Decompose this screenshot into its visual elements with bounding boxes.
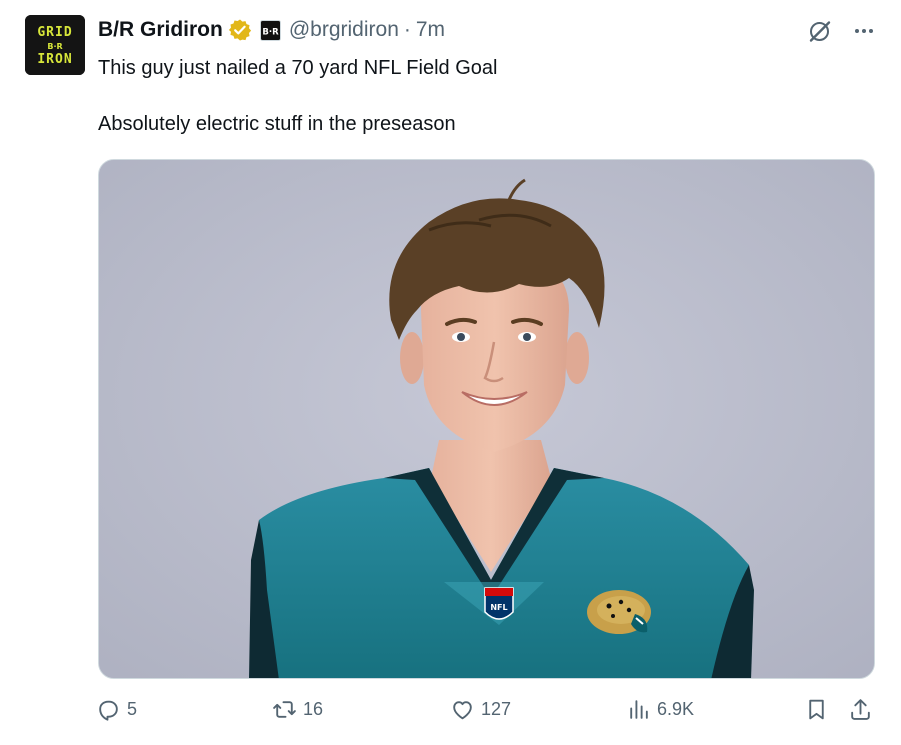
views-count: 6.9K <box>657 699 695 719</box>
share-button[interactable] <box>848 697 873 722</box>
bookmark-button[interactable] <box>804 697 829 722</box>
verified-badge-icon[interactable] <box>228 18 252 42</box>
reply-icon <box>99 700 118 721</box>
affiliate-badge-icon[interactable]: B·R <box>259 19 281 41</box>
reply-button[interactable]: 5 <box>96 697 137 722</box>
bookmark-icon <box>809 699 824 720</box>
repost-count: 16 <box>303 699 324 719</box>
reply-count: 5 <box>127 699 138 719</box>
display-name[interactable]: B/R Gridiron <box>98 18 223 42</box>
tweet[interactable]: GRID B·R IRON B/R Gridiron B·R @brgridir… <box>0 0 901 745</box>
like-button[interactable]: 127 <box>450 697 511 722</box>
tweet-action-bar: 5 16 127 6.9K <box>96 697 878 729</box>
repost-icon <box>273 701 296 718</box>
avatar-text-mid: B·R <box>47 42 62 51</box>
tweet-media-photo[interactable]: NFL <box>98 159 875 679</box>
separator: · <box>403 18 411 41</box>
tweet-text-line-2: Absolutely electric stuff in the preseas… <box>98 113 456 135</box>
avatar[interactable]: GRID B·R IRON <box>25 15 85 75</box>
tweet-top-actions <box>807 18 877 44</box>
jaguars-logo <box>587 590 651 634</box>
views-icon <box>630 700 648 719</box>
tweet-header: B/R Gridiron B·R @brgridiron · 7m <box>98 16 445 44</box>
heart-icon <box>453 701 472 720</box>
avatar-text-top: GRID <box>37 25 72 40</box>
affiliate-badge-text: B·R <box>262 27 279 37</box>
nfl-shield-text: NFL <box>490 603 507 612</box>
tweet-text: This guy just nailed a 70 yard NFL Field… <box>98 54 878 138</box>
repost-button[interactable]: 16 <box>272 697 323 722</box>
timestamp[interactable]: 7m <box>416 18 445 42</box>
avatar-text-bottom: IRON <box>37 52 72 67</box>
tweet-text-line-1: This guy just nailed a 70 yard NFL Field… <box>98 57 498 79</box>
like-count: 127 <box>481 699 512 719</box>
more-icon[interactable] <box>851 18 877 44</box>
views-button[interactable]: 6.9K <box>626 697 694 722</box>
grok-icon[interactable] <box>807 18 833 44</box>
handle[interactable]: @brgridiron <box>289 18 399 42</box>
share-icon <box>851 699 870 720</box>
